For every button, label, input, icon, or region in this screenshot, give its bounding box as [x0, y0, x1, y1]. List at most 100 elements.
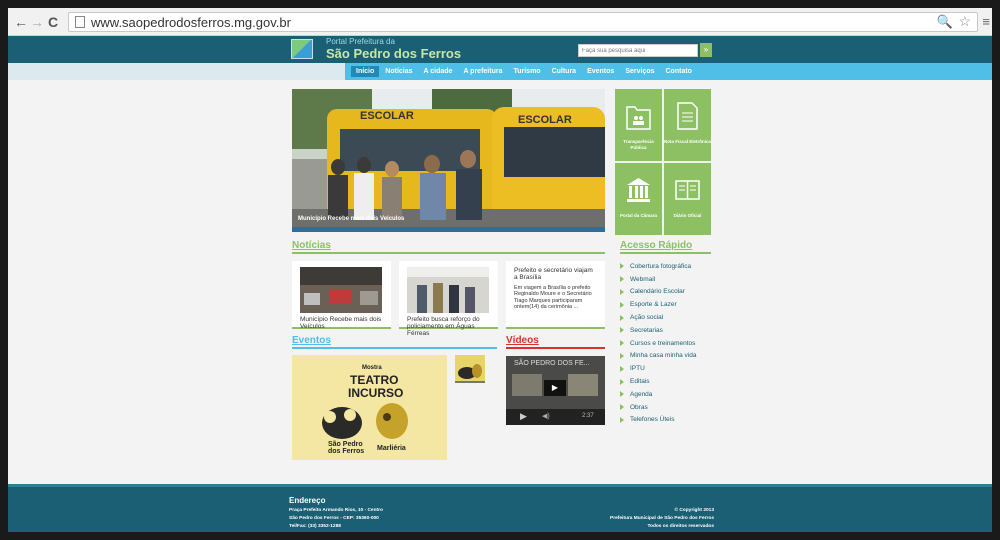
quick-access-label: Obras [630, 403, 648, 411]
news-title[interactable]: Notícias [292, 240, 331, 251]
document-icon [677, 102, 698, 130]
arrow-right-icon [620, 340, 624, 347]
poster-line: Marliéria [377, 445, 406, 452]
quick-access-item[interactable]: Secretarias [620, 324, 696, 337]
nav-item[interactable]: Contato [661, 66, 697, 77]
arrow-right-icon [620, 314, 624, 321]
arrow-right-icon [620, 404, 624, 411]
quick-access-item[interactable]: Esporte & Lazer [620, 298, 696, 311]
nav-item[interactable]: Notícias [380, 66, 417, 77]
nav-item[interactable]: Cultura [547, 66, 582, 77]
news-card-title: Prefeito e secretário viajam a Brasília [514, 267, 593, 281]
footer-title: Endereço [289, 496, 326, 505]
quick-access-item[interactable]: Minha casa minha vida [620, 350, 696, 363]
hero-slider[interactable]: ESCOLAR ESCOLAR Município Recebe mais do… [292, 89, 605, 232]
control-play-icon[interactable]: ▶ [520, 411, 527, 422]
nav-item[interactable]: Eventos [582, 66, 619, 77]
site-logo[interactable] [291, 39, 313, 59]
nav-item[interactable]: A cidade [419, 66, 458, 77]
quick-access-label: Esporte & Lazer [630, 301, 677, 309]
page-icon [75, 16, 85, 28]
site-name[interactable]: São Pedro dos Ferros [326, 46, 461, 61]
news-card-title: Município Recebe mais dois Veículos [300, 316, 382, 330]
arrow-right-icon [620, 327, 624, 334]
bus-sign-left: ESCOLAR [360, 110, 414, 122]
quick-access-item[interactable]: Webmail [620, 273, 696, 286]
footer-phone: Tel/Fax: (33) 3352-1288 [289, 524, 341, 529]
tile-camara[interactable]: Portal da Câmara [615, 163, 662, 235]
news-card[interactable]: Prefeito e secretário viajam a Brasília … [506, 261, 605, 329]
volume-icon[interactable]: ◀) [542, 412, 550, 420]
quick-access-item[interactable]: Obras [620, 401, 696, 414]
hero-indicator [292, 227, 605, 232]
hero-caption[interactable]: Município Recebe mais dois Veículos [298, 216, 404, 222]
search-input[interactable] [578, 44, 698, 57]
quick-access-item[interactable]: Cobertura fotográfica [620, 260, 696, 273]
footer-org: Prefeitura Municipal de São Pedro dos Fe… [610, 516, 714, 521]
zoom-icon[interactable]: 🔍 [937, 14, 953, 30]
quick-access-label: Cursos e treinamentos [630, 339, 696, 347]
tile-nota-fiscal[interactable]: Nota Fiscal Eletrônica [664, 89, 711, 161]
news-card-title: Prefeito busca reforço do policiamento e… [407, 316, 480, 337]
tile-label: Diário Oficial [673, 213, 702, 218]
video-time: 2:37 [582, 413, 594, 419]
search-button[interactable]: » [700, 43, 712, 57]
nav-item[interactable]: Turismo [508, 66, 545, 77]
nav-item[interactable]: Início [351, 66, 380, 77]
news-card[interactable]: Prefeito busca reforço do policiamento e… [399, 261, 498, 337]
browser-window: ← → C www.saopedrodosferros.mg.gov.br 🔍 … [8, 8, 992, 532]
tile-transparencia[interactable]: Transparência Pública [615, 89, 662, 161]
tile-label: Portal da Câmara [619, 213, 657, 218]
nav-items: Início Notícias A cidade A prefeitura Turism… [351, 63, 698, 80]
play-icon[interactable]: ▶ [544, 380, 566, 396]
book-icon [675, 180, 700, 200]
nav-item[interactable]: A prefeitura [458, 66, 507, 77]
news-rule [292, 252, 605, 254]
events-title[interactable]: Eventos [292, 335, 331, 346]
tile-diario[interactable]: Diário Oficial [664, 163, 711, 235]
quick-access-item[interactable]: IPTU [620, 362, 696, 375]
event-poster[interactable]: Mostra TEATRO INCURSO São Pedro dos Ferr… [292, 355, 447, 460]
videos-rule [506, 347, 605, 349]
quick-access-item[interactable]: Calendário Escolar [620, 286, 696, 299]
arrow-right-icon [620, 378, 624, 385]
tile-label: Transparência Pública [623, 139, 654, 150]
quick-access-item[interactable]: Editais [620, 375, 696, 388]
main-nav: Início Notícias A cidade A prefeitura Turism… [8, 63, 992, 80]
reload-icon[interactable]: C [48, 14, 58, 30]
quick-access-label: IPTU [630, 365, 645, 373]
event-thumbnail[interactable] [455, 355, 485, 383]
arrow-right-icon [620, 301, 624, 308]
quick-access-label: Telefones Úteis [630, 416, 675, 424]
quick-access-item[interactable]: Cursos e treinamentos [620, 337, 696, 350]
browser-menu-icon[interactable]: ≡ [982, 14, 990, 29]
quick-access-label: Minha casa minha vida [630, 352, 697, 360]
quick-access-item[interactable]: Telefones Úteis [620, 414, 696, 427]
events-rule [292, 347, 497, 349]
forward-icon[interactable]: → [30, 14, 44, 30]
video-title: SÃO PEDRO DOS FE... [514, 360, 590, 367]
back-icon[interactable]: ← [14, 14, 28, 30]
quick-access-item[interactable]: Ação social [620, 311, 696, 324]
site-header: Portal Prefeitura da São Pedro dos Ferro… [8, 36, 992, 63]
news-card[interactable]: Município Recebe mais dois Veículos [292, 261, 391, 330]
bookmark-star-icon[interactable]: ☆ [958, 13, 971, 30]
hero-photo: ESCOLAR ESCOLAR [292, 89, 605, 232]
poster-line: TEATRO [350, 373, 399, 387]
quick-access-label: Editais [630, 378, 650, 386]
news-thumbnail [300, 267, 382, 313]
poster-line: INCURSO [348, 386, 404, 400]
poster-line: São Pedro dos Ferros [328, 441, 365, 455]
arrow-right-icon [620, 365, 624, 372]
address-bar[interactable]: www.saopedrodosferros.mg.gov.br 🔍 ☆ [68, 12, 978, 32]
arrow-right-icon [620, 352, 624, 359]
videos-title[interactable]: Vídeos [506, 335, 539, 346]
arrow-right-icon [620, 391, 624, 398]
arrow-right-icon [620, 416, 624, 423]
footer-rights: Todos os direitos reservados [647, 524, 714, 529]
arrow-right-icon [620, 276, 624, 283]
nav-item[interactable]: Serviços [620, 66, 659, 77]
quick-access-item[interactable]: Agenda [620, 388, 696, 401]
video-player[interactable]: SÃO PEDRO DOS FE... ▶ ▶ ◀) 2:37 [506, 356, 605, 425]
bus-sign-right: ESCOLAR [518, 114, 572, 126]
